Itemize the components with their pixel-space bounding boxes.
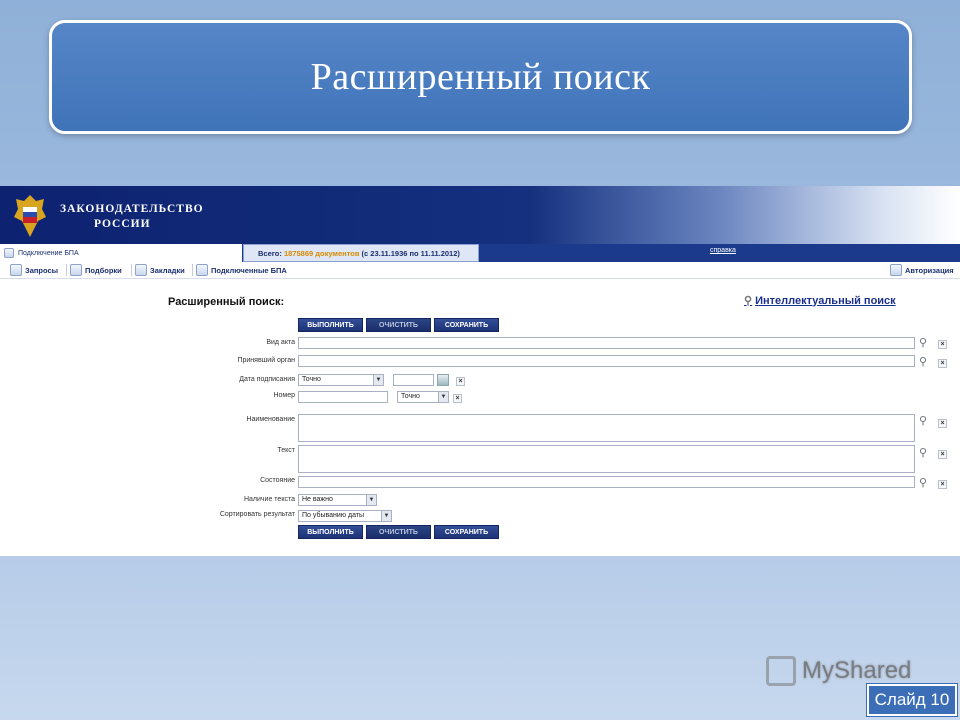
connected-bpa-icon	[196, 264, 208, 276]
toolbar-auth-label: Авторизация	[905, 265, 954, 275]
form-title: Расширенный поиск:	[168, 296, 285, 308]
date-mode-select[interactable]: Точно ▼	[298, 374, 384, 386]
number-label: Номер	[273, 392, 295, 399]
clear-icon[interactable]: ×	[938, 419, 947, 428]
chevron-down-icon: ▼	[438, 392, 448, 402]
watermark: MyShared	[766, 656, 911, 686]
sort-value: По убыванию даты	[302, 512, 365, 519]
lookup-icon[interactable]: ⚲	[919, 356, 932, 369]
clear-icon[interactable]: ×	[938, 340, 947, 349]
state-input[interactable]	[298, 476, 915, 488]
act-type-input[interactable]	[298, 337, 915, 349]
clear-button[interactable]: ОЧИСТИТЬ	[366, 318, 431, 332]
sign-date-input[interactable]	[393, 374, 434, 386]
run-button-bottom[interactable]: ВЫПОЛНИТЬ	[298, 525, 363, 539]
collections-icon	[70, 264, 82, 276]
authority-input[interactable]	[298, 355, 915, 367]
toolbar-bookmarks[interactable]: Закладки	[135, 264, 185, 276]
save-button-bottom[interactable]: СОХРАНИТЬ	[434, 525, 499, 539]
state-label: Состояние	[260, 477, 295, 484]
lookup-icon[interactable]: ⚲	[919, 447, 932, 460]
chevron-down-icon: ▼	[381, 511, 391, 521]
save-button[interactable]: СОХРАНИТЬ	[434, 318, 499, 332]
help-link[interactable]: справка	[710, 247, 736, 254]
bpa-icon	[4, 248, 14, 258]
chevron-down-icon: ▼	[366, 495, 376, 505]
brand-line-2: РОССИИ	[94, 218, 151, 230]
lookup-icon[interactable]: ⚲	[919, 477, 932, 490]
toolbar-connected-bpa[interactable]: Подключенные БПА	[196, 264, 287, 276]
lookup-icon[interactable]: ⚲	[919, 337, 932, 350]
toolbar-divider	[131, 264, 132, 276]
slide-title: Расширенный поиск	[310, 56, 651, 98]
intellectual-search-label: Интеллектуальный поиск	[755, 294, 896, 307]
connect-bpa-label: Подключение БПА	[18, 249, 79, 257]
cart-icon	[766, 656, 796, 686]
text-label: Текст	[277, 447, 295, 454]
toolbar-divider	[66, 264, 67, 276]
run-button[interactable]: ВЫПОЛНИТЬ	[298, 318, 363, 332]
slide-title-box: Расширенный поиск	[49, 20, 912, 134]
total-count: 1875869 документов	[283, 248, 360, 258]
toolbar-requests[interactable]: Запросы	[10, 264, 58, 276]
name-textarea[interactable]	[298, 414, 915, 442]
lookup-icon[interactable]: ⚲	[919, 415, 932, 428]
chevron-down-icon: ▼	[373, 375, 383, 385]
connect-bpa-link[interactable]: Подключение БПА	[0, 244, 242, 262]
has-text-value: Не важно	[302, 496, 333, 503]
clear-button-bottom[interactable]: ОЧИСТИТЬ	[366, 525, 431, 539]
user-icon	[890, 264, 902, 276]
coat-of-arms-icon	[14, 195, 46, 237]
toolbar-bookmarks-label: Закладки	[150, 265, 185, 275]
toolbar-requests-label: Запросы	[25, 265, 59, 275]
clear-icon[interactable]: ×	[453, 394, 462, 403]
number-mode-select[interactable]: Точно ▼	[397, 391, 449, 403]
sort-select[interactable]: По убыванию даты ▼	[298, 510, 392, 522]
name-label: Наименование	[246, 416, 295, 423]
total-range: (с 23.11.1936 по 11.11.2012)	[361, 248, 460, 258]
authority-label: Принявший орган	[237, 357, 295, 364]
toolbar-collections[interactable]: Подборки	[70, 264, 122, 276]
app-screenshot: ЗАКОНОДАТЕЛЬСТВО РОССИИ Подключение БПА …	[0, 186, 960, 556]
brand-title: ЗАКОНОДАТЕЛЬСТВО РОССИИ	[60, 202, 204, 232]
date-mode-value: Точно	[302, 376, 321, 383]
sort-label: Сортировать результат	[219, 511, 295, 518]
clear-icon[interactable]: ×	[938, 480, 947, 489]
toolbar-divider	[192, 264, 193, 276]
sign-date-label: Дата подписания	[239, 376, 295, 383]
act-type-label: Вид акта	[266, 339, 295, 346]
toolbar-auth[interactable]: Авторизация	[890, 264, 954, 276]
search-icon: ⚲	[744, 295, 753, 307]
text-textarea[interactable]	[298, 445, 915, 473]
info-bar: Подключение БПА Всего: 1875869 документо…	[0, 244, 960, 262]
clear-icon[interactable]: ×	[456, 377, 465, 386]
slide-number-badge: Слайд 10	[867, 684, 957, 716]
clear-icon[interactable]: ×	[938, 450, 947, 459]
app-banner: ЗАКОНОДАТЕЛЬСТВО РОССИИ	[0, 186, 960, 244]
bookmarks-icon	[135, 264, 147, 276]
total-prefix: Всего:	[258, 248, 282, 258]
has-text-label: Наличие текста	[243, 496, 295, 503]
number-mode-value: Точно	[401, 393, 420, 400]
number-input[interactable]	[298, 391, 388, 403]
toolbar-collections-label: Подборки	[85, 265, 122, 275]
watermark-text: MyShared	[802, 657, 912, 684]
intellectual-search-link[interactable]: ⚲ Интеллектуальный поиск	[744, 294, 896, 308]
clear-icon[interactable]: ×	[938, 359, 947, 368]
calendar-icon[interactable]	[437, 374, 449, 386]
brand-line-1: ЗАКОНОДАТЕЛЬСТВО	[60, 203, 204, 215]
has-text-select[interactable]: Не важно ▼	[298, 494, 377, 506]
requests-icon	[10, 264, 22, 276]
total-documents: Всего: 1875869 документов (с 23.11.1936 …	[243, 244, 479, 262]
toolbar-connected-label: Подключенные БПА	[211, 265, 287, 275]
toolbar: Запросы Подборки Закладки Подключенные Б…	[0, 262, 960, 279]
